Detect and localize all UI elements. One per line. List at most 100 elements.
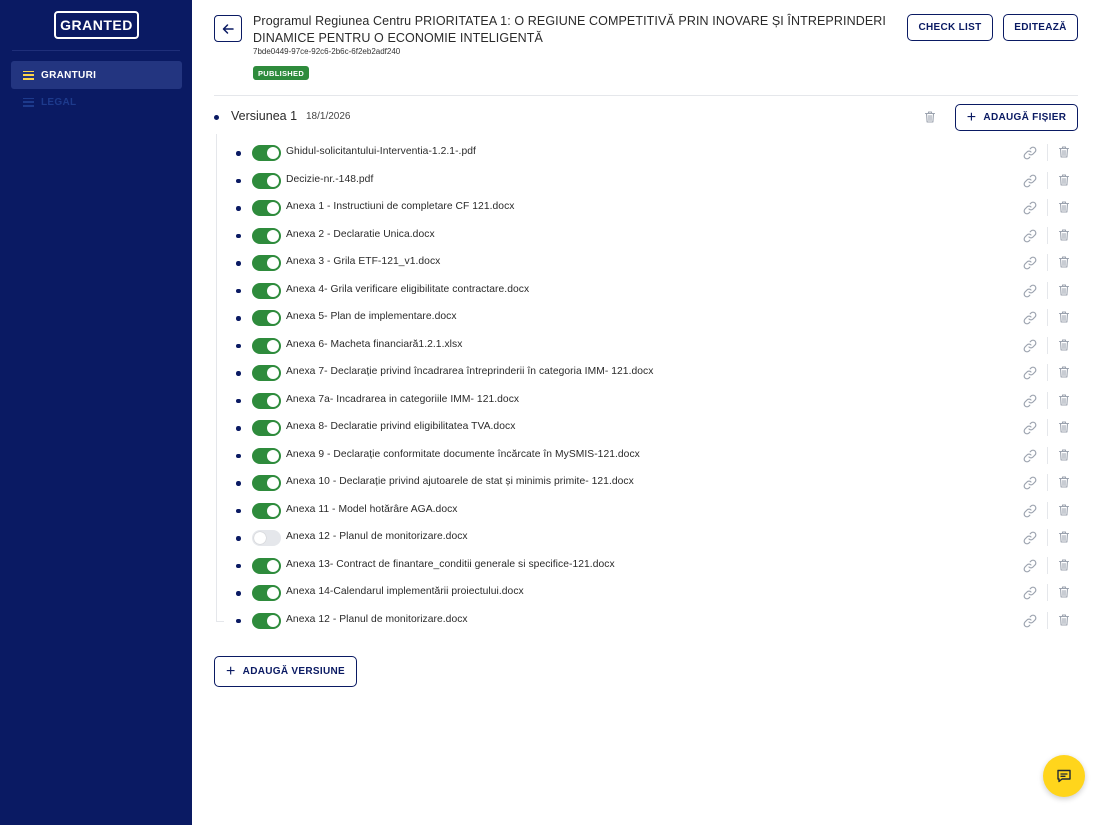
back-button[interactable] xyxy=(214,15,242,42)
file-row: Ghidul-solicitantului-Interventia-1.2.1-… xyxy=(224,139,1080,167)
file-name[interactable]: Anexa 12 - Planul de monitorizare.docx xyxy=(286,531,468,542)
file-name[interactable]: Anexa 14-Calendarul implementării proiec… xyxy=(286,586,524,597)
file-name[interactable]: Anexa 7a- Incadrarea in categoriile IMM-… xyxy=(286,394,519,405)
trash-icon[interactable] xyxy=(1057,475,1071,489)
file-visibility-toggle[interactable] xyxy=(252,530,281,546)
file-bullet xyxy=(236,481,241,486)
toggle-knob xyxy=(267,202,279,214)
file-bullet xyxy=(236,371,241,376)
toggle-knob xyxy=(267,174,279,187)
file-bullet xyxy=(236,343,241,348)
file-visibility-toggle[interactable] xyxy=(252,557,281,574)
file-name[interactable]: Anexa 7- Declarație privind încadrarea î… xyxy=(286,366,653,377)
trash-icon[interactable] xyxy=(1057,283,1071,297)
file-visibility-toggle[interactable] xyxy=(252,392,281,409)
toggle-knob xyxy=(267,147,279,159)
file-name[interactable]: Decizie-nr.-148.pdf xyxy=(286,174,373,185)
delete-version-icon[interactable] xyxy=(923,110,937,124)
trash-icon[interactable] xyxy=(1057,503,1071,517)
file-visibility-toggle[interactable] xyxy=(252,337,281,354)
file-visibility-toggle[interactable] xyxy=(252,200,281,216)
file-name[interactable]: Anexa 6- Macheta financiară1.2.1.xlsx xyxy=(286,339,462,350)
trash-icon[interactable] xyxy=(1057,393,1071,407)
file-name[interactable]: Anexa 9 - Declarație conformitate docume… xyxy=(286,449,640,460)
file-visibility-toggle[interactable] xyxy=(252,585,281,601)
link-icon[interactable] xyxy=(1023,504,1037,518)
sidebar-item-legal[interactable]: LEGAL xyxy=(11,88,182,116)
file-bullet xyxy=(236,618,241,623)
link-icon[interactable] xyxy=(1023,201,1037,215)
file-name[interactable]: Ghidul-solicitantului-Interventia-1.2.1-… xyxy=(286,146,476,157)
file-name[interactable]: Anexa 10 - Declarație privind ajutoarele… xyxy=(286,476,634,487)
link-icon[interactable] xyxy=(1023,256,1037,270)
trash-icon[interactable] xyxy=(1057,585,1071,599)
file-name[interactable]: Anexa 5- Plan de implementare.docx xyxy=(286,311,457,322)
link-icon[interactable] xyxy=(1023,339,1037,353)
link-icon[interactable] xyxy=(1023,229,1037,243)
file-visibility-toggle[interactable] xyxy=(252,502,281,519)
link-icon[interactable] xyxy=(1023,311,1037,325)
file-name[interactable]: Anexa 12 - Planul de monitorizare.docx xyxy=(286,614,468,625)
trash-icon[interactable] xyxy=(1057,365,1071,379)
action-divider xyxy=(1047,309,1048,326)
file-name[interactable]: Anexa 1 - Instructiuni de completare CF … xyxy=(286,201,514,212)
file-visibility-toggle[interactable] xyxy=(252,475,281,491)
trash-icon[interactable] xyxy=(1057,310,1071,324)
trash-icon[interactable] xyxy=(1057,613,1071,627)
trash-icon[interactable] xyxy=(1057,173,1071,187)
file-visibility-toggle[interactable] xyxy=(252,145,281,161)
plus-icon: + xyxy=(226,662,236,680)
trash-icon[interactable] xyxy=(1057,145,1071,159)
file-name[interactable]: Anexa 3 - Grila ETF-121_v1.docx xyxy=(286,256,440,267)
link-icon[interactable] xyxy=(1023,394,1037,408)
sidebar-divider xyxy=(12,50,180,51)
link-icon[interactable] xyxy=(1023,559,1037,573)
app-logo[interactable]: GRANTED xyxy=(54,11,139,39)
action-divider xyxy=(1047,171,1048,189)
file-bullet xyxy=(236,151,241,156)
chat-icon xyxy=(1057,769,1071,783)
trash-icon[interactable] xyxy=(1057,338,1071,352)
file-visibility-toggle[interactable] xyxy=(252,227,281,244)
file-name[interactable]: Anexa 13- Contract de finantare_conditii… xyxy=(286,559,615,570)
chat-button[interactable] xyxy=(1043,755,1085,797)
link-icon[interactable] xyxy=(1023,531,1037,545)
trash-icon[interactable] xyxy=(1057,228,1071,242)
file-visibility-toggle[interactable] xyxy=(252,420,281,436)
edit-button[interactable]: EDITEAZĂ xyxy=(1003,14,1078,41)
link-icon[interactable] xyxy=(1023,449,1037,463)
file-row: Anexa 7- Declarație privind încadrarea î… xyxy=(224,359,1080,387)
trash-icon[interactable] xyxy=(1057,200,1071,214)
file-visibility-toggle[interactable] xyxy=(252,172,281,189)
sidebar-item-granturi[interactable]: GRANTURI xyxy=(11,61,182,89)
file-visibility-toggle[interactable] xyxy=(252,310,281,326)
trash-icon[interactable] xyxy=(1057,530,1071,544)
action-divider xyxy=(1047,529,1048,546)
link-icon[interactable] xyxy=(1023,586,1037,600)
file-visibility-toggle[interactable] xyxy=(252,612,281,629)
trash-icon[interactable] xyxy=(1057,420,1071,434)
add-version-button[interactable]: + ADAUGĂ VERSIUNE xyxy=(214,656,357,687)
toggle-knob xyxy=(267,449,279,462)
file-visibility-toggle[interactable] xyxy=(252,282,281,299)
check-list-button[interactable]: CHECK LIST xyxy=(907,14,993,41)
file-name[interactable]: Anexa 2 - Declaratie Unica.docx xyxy=(286,229,435,240)
file-bullet xyxy=(236,591,241,596)
trash-icon[interactable] xyxy=(1057,448,1071,462)
file-name[interactable]: Anexa 4- Grila verificare eligibilitate … xyxy=(286,284,529,295)
link-icon[interactable] xyxy=(1023,146,1037,160)
trash-icon[interactable] xyxy=(1057,255,1071,269)
link-icon[interactable] xyxy=(1023,614,1037,628)
link-icon[interactable] xyxy=(1023,476,1037,490)
link-icon[interactable] xyxy=(1023,366,1037,380)
link-icon[interactable] xyxy=(1023,284,1037,298)
file-visibility-toggle[interactable] xyxy=(252,365,281,381)
add-file-button[interactable]: + ADAUGĂ FIȘIER xyxy=(955,104,1078,131)
file-visibility-toggle[interactable] xyxy=(252,447,281,464)
link-icon[interactable] xyxy=(1023,421,1037,435)
file-name[interactable]: Anexa 11 - Model hotărâre AGA.docx xyxy=(286,504,458,515)
trash-icon[interactable] xyxy=(1057,558,1071,572)
file-name[interactable]: Anexa 8- Declaratie privind eligibilitat… xyxy=(286,421,515,432)
file-visibility-toggle[interactable] xyxy=(252,255,281,271)
link-icon[interactable] xyxy=(1023,174,1037,188)
